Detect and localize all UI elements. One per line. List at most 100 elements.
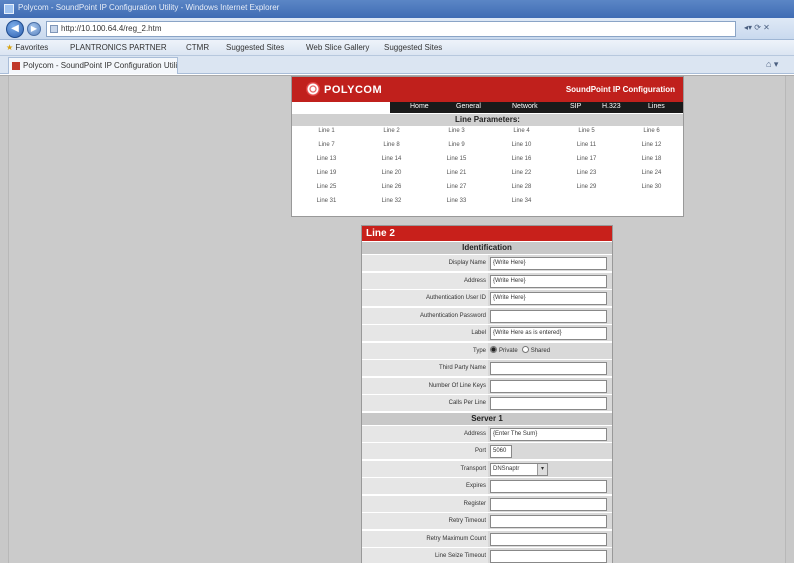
type-radio-shared[interactable] <box>521 346 529 354</box>
transport-select[interactable]: DNSnaptr ▾ <box>490 462 548 476</box>
line-link[interactable]: Line 4 <box>489 128 554 134</box>
field-label: Port <box>362 443 488 459</box>
line-link[interactable]: Line 8 <box>359 142 424 148</box>
field-label: Address <box>362 425 488 442</box>
line-link[interactable]: Line 9 <box>424 142 489 148</box>
text-input[interactable] <box>490 379 607 393</box>
form-row: Display Name {Write Here} <box>362 255 612 272</box>
main-nav: Home General Network SIP H.323 Lines <box>390 102 683 113</box>
text-input[interactable] <box>490 309 607 323</box>
nav-network[interactable]: Network <box>512 103 538 110</box>
field-label: Transport <box>362 460 488 477</box>
line-link[interactable]: Line 15 <box>424 156 489 162</box>
line-link[interactable]: Line 33 <box>424 198 489 204</box>
text-input[interactable]: {Write Here} <box>490 292 607 305</box>
text-input[interactable]: 5060 <box>490 445 512 458</box>
line-link[interactable]: Line 26 <box>359 184 424 190</box>
line-link[interactable]: Line 25 <box>294 184 359 190</box>
line-link[interactable]: Line 34 <box>489 198 554 204</box>
window-title: Polycom - SoundPoint IP Configuration Ut… <box>18 3 280 12</box>
line-link[interactable]: Line 13 <box>294 156 359 162</box>
favorite-item[interactable]: Web Slice Gallery <box>306 43 369 52</box>
line-link[interactable]: Line 18 <box>619 156 684 162</box>
type-radio-private[interactable] <box>490 346 497 354</box>
text-input[interactable] <box>490 532 607 546</box>
nav-sip[interactable]: SIP <box>570 103 581 110</box>
form-row: Calls Per Line <box>362 395 612 412</box>
nav-home[interactable]: Home <box>410 103 429 110</box>
select-value: DNSnaptr <box>493 465 520 472</box>
line-link[interactable]: Line 16 <box>489 156 554 162</box>
line-link[interactable]: Line 28 <box>489 184 554 190</box>
field-label: Type <box>362 342 488 359</box>
favorite-item[interactable]: Suggested Sites <box>384 43 442 52</box>
line-link[interactable]: Line 19 <box>294 170 359 176</box>
text-input[interactable] <box>490 497 607 511</box>
line-link[interactable]: Line 31 <box>294 198 359 204</box>
text-input[interactable]: {Write Here} <box>490 274 607 288</box>
field-label: Retry Timeout <box>362 513 488 529</box>
form-row: Retry Timeout <box>362 513 612 530</box>
text-input[interactable]: {Write Here as is entered} <box>490 327 607 340</box>
text-input[interactable]: {Write Here} <box>490 257 607 270</box>
field-label: Authentication User ID <box>362 290 488 306</box>
tab-bar: Polycom - SoundPoint IP Configuration Ut… <box>0 56 794 74</box>
favorite-item[interactable]: PLANTRONICS PARTNER <box>70 43 167 52</box>
browser-icon <box>4 4 14 14</box>
form-title: Line 2 <box>362 226 612 241</box>
home-icon[interactable]: ⌂ ▾ <box>766 59 778 70</box>
field-label: Expires <box>362 478 488 494</box>
form-row: Type Private Shared <box>362 342 612 360</box>
line-link[interactable]: Line 3 <box>424 128 489 134</box>
back-arrow-icon[interactable]: ◀ <box>6 20 24 38</box>
line-link[interactable]: Line 2 <box>359 128 424 134</box>
line-link[interactable]: Line 21 <box>424 170 489 176</box>
nav-h323[interactable]: H.323 <box>602 103 621 110</box>
form-row: Transport DNSnaptr ▾ <box>362 460 612 478</box>
text-input[interactable] <box>490 515 607 528</box>
line-link[interactable]: Line 24 <box>619 170 684 176</box>
forward-arrow-icon[interactable]: ▶ <box>27 22 41 36</box>
line-link[interactable]: Line 1 <box>294 128 359 134</box>
nav-lines[interactable]: Lines <box>648 103 665 110</box>
line-link[interactable]: Line 32 <box>359 198 424 204</box>
form-row: Retry Maximum Count <box>362 530 612 548</box>
dropdown-arrow-icon: ▾ <box>537 463 547 475</box>
form-row: Address {Enter The Sum} <box>362 425 612 443</box>
text-input[interactable] <box>490 480 607 493</box>
line-link[interactable]: Line 27 <box>424 184 489 190</box>
url-input[interactable]: http://10.100.64.4/reg_2.htm <box>46 21 736 37</box>
line-link[interactable]: Line 14 <box>359 156 424 162</box>
line-link[interactable]: Line 23 <box>554 170 619 176</box>
line-link[interactable]: Line 11 <box>554 142 619 148</box>
text-input[interactable]: {Enter The Sum} <box>490 427 607 441</box>
type-radio-group: Private Shared <box>490 346 554 357</box>
radio-label: Shared <box>530 347 551 354</box>
line-link[interactable]: Line 20 <box>359 170 424 176</box>
nav-general[interactable]: General <box>456 103 481 110</box>
line-link[interactable]: Line 6 <box>619 128 684 134</box>
polycom-banner: POLYCOM SoundPoint IP Configuration <box>292 77 683 102</box>
config-header-panel: POLYCOM SoundPoint IP Configuration Home… <box>291 76 684 217</box>
favorite-item[interactable]: CTMR <box>186 43 209 52</box>
line-parameters-title: Line Parameters: <box>292 114 683 126</box>
refresh-stop-icons[interactable]: ◂▾ ⟳ ✕ <box>744 23 770 32</box>
line-link[interactable]: Line 30 <box>619 184 684 190</box>
line-link[interactable]: Line 12 <box>619 142 684 148</box>
line-link[interactable]: Line 10 <box>489 142 554 148</box>
field-label: Address <box>362 272 488 289</box>
favorites-button[interactable]: ★ Favorites <box>6 43 48 52</box>
favorite-item[interactable]: Suggested Sites <box>226 43 284 52</box>
line-link[interactable]: Line 29 <box>554 184 619 190</box>
text-input[interactable] <box>490 362 607 375</box>
line-link[interactable]: Line 22 <box>489 170 554 176</box>
line-link[interactable]: Line 17 <box>554 156 619 162</box>
form-row: Authentication Password <box>362 307 612 325</box>
browser-tab[interactable]: Polycom - SoundPoint IP Configuration Ut… <box>8 57 178 74</box>
line-link[interactable]: Line 7 <box>294 142 359 148</box>
field-label: Authentication Password <box>362 307 488 324</box>
text-input[interactable] <box>490 397 607 410</box>
line-link[interactable]: Line 5 <box>554 128 619 134</box>
form-row: Label {Write Here as is entered} <box>362 325 612 342</box>
text-input[interactable] <box>490 550 607 563</box>
